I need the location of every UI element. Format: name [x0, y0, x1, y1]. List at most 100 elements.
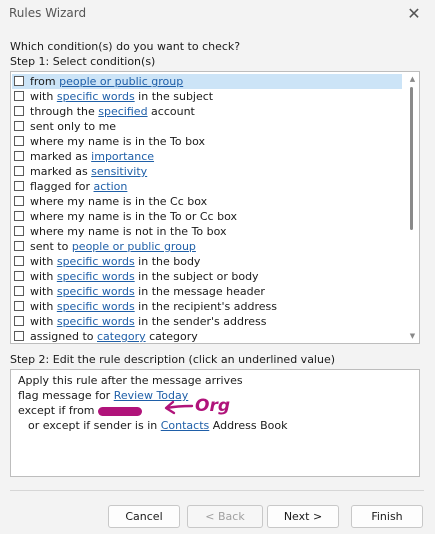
condition-text: marked as: [30, 165, 92, 178]
condition-label: with specific words in the message heade…: [30, 284, 265, 299]
condition-text: with: [30, 300, 57, 313]
condition-checkbox[interactable]: [14, 316, 24, 326]
condition-checkbox[interactable]: [14, 241, 24, 251]
condition-label: assigned to category category: [30, 329, 198, 343]
condition-checkbox[interactable]: [14, 211, 24, 221]
condition-value-link[interactable]: specific words: [57, 300, 135, 313]
condition-label: with specific words in the body: [30, 254, 200, 269]
condition-checkbox[interactable]: [14, 196, 24, 206]
condition-row[interactable]: with specific words in the message heade…: [12, 284, 402, 299]
condition-value-link[interactable]: specific words: [57, 285, 135, 298]
condition-row[interactable]: through the specified account: [12, 104, 402, 119]
condition-value-link[interactable]: people or public group: [72, 240, 196, 253]
condition-text: where my name is in the To box: [30, 135, 206, 148]
condition-text: through the: [30, 105, 99, 118]
contacts-link[interactable]: Contacts: [161, 419, 210, 432]
cancel-button[interactable]: Cancel: [108, 505, 180, 528]
condition-row[interactable]: where my name is in the Cc box: [12, 194, 402, 209]
condition-text: with: [30, 270, 57, 283]
condition-checkbox[interactable]: [14, 151, 24, 161]
condition-text: where my name is not in the To box: [30, 225, 227, 238]
condition-text: in the subject or body: [134, 270, 259, 283]
condition-value-link[interactable]: people or public group: [59, 75, 183, 88]
condition-label: where my name is in the To box: [30, 134, 205, 149]
description-line: except if from: [18, 403, 142, 418]
scroll-thumb[interactable]: [410, 87, 413, 230]
separator: [10, 490, 424, 491]
condition-row[interactable]: marked as sensitivity: [12, 164, 402, 179]
condition-checkbox[interactable]: [14, 226, 24, 236]
condition-checkbox[interactable]: [14, 166, 24, 176]
condition-label: marked as sensitivity: [30, 164, 147, 179]
scroll-up-icon[interactable]: ▲: [407, 73, 418, 85]
condition-checkbox[interactable]: [14, 91, 24, 101]
condition-checkbox[interactable]: [14, 271, 24, 281]
condition-label: where my name is in the To or Cc box: [30, 209, 237, 224]
condition-row[interactable]: with specific words in the body: [12, 254, 402, 269]
condition-row[interactable]: sent to people or public group: [12, 239, 402, 254]
condition-label: where my name is in the Cc box: [30, 194, 207, 209]
annotation-arrow-icon: [164, 400, 194, 415]
condition-label: with specific words in the subject: [30, 89, 213, 104]
condition-row[interactable]: assigned to category category: [12, 329, 402, 343]
condition-row[interactable]: where my name is in the To or Cc box: [12, 209, 402, 224]
condition-checkbox[interactable]: [14, 181, 24, 191]
condition-text: where my name is in the Cc box: [30, 195, 208, 208]
condition-value-link[interactable]: category: [97, 330, 146, 343]
condition-row[interactable]: from people or public group: [12, 74, 402, 89]
condition-row[interactable]: sent only to me: [12, 119, 402, 134]
condition-label: with specific words in the subject or bo…: [30, 269, 259, 284]
condition-row[interactable]: with specific words in the recipient's a…: [12, 299, 402, 314]
condition-row[interactable]: flagged for action: [12, 179, 402, 194]
condition-checkbox[interactable]: [14, 121, 24, 131]
description-text: or except if sender is in: [28, 419, 161, 432]
finish-button[interactable]: Finish: [351, 505, 423, 528]
condition-checkbox[interactable]: [14, 331, 24, 341]
condition-value-link[interactable]: sensitivity: [91, 165, 147, 178]
condition-label: where my name is not in the To box: [30, 224, 227, 239]
condition-value-link[interactable]: specific words: [57, 90, 135, 103]
description-text: Address Book: [209, 419, 288, 432]
condition-row[interactable]: with specific words in the subject: [12, 89, 402, 104]
conditions-scrollbar[interactable]: ▲ ▼: [407, 73, 418, 342]
conditions-list[interactable]: from people or public group with specific…: [10, 71, 420, 344]
description-line: Apply this rule after the message arrive…: [18, 374, 243, 387]
condition-text: with: [30, 315, 57, 328]
condition-label: through the specified account: [30, 104, 195, 119]
redacted-sender[interactable]: [97, 406, 142, 416]
condition-checkbox[interactable]: [14, 136, 24, 146]
condition-checkbox[interactable]: [14, 76, 24, 86]
window-title: Rules Wizard: [9, 6, 87, 20]
condition-checkbox[interactable]: [14, 256, 24, 266]
back-button[interactable]: < Back: [187, 505, 263, 528]
condition-row[interactable]: with specific words in the sender's addr…: [12, 314, 402, 329]
condition-value-link[interactable]: action: [94, 180, 128, 193]
description-text: flag message for: [18, 389, 114, 402]
condition-value-link[interactable]: specified: [98, 105, 147, 118]
condition-text: with: [30, 255, 57, 268]
condition-checkbox[interactable]: [14, 301, 24, 311]
condition-value-link[interactable]: specific words: [57, 255, 135, 268]
condition-value-link[interactable]: specific words: [57, 315, 135, 328]
annotation-text: Org: [195, 396, 230, 416]
condition-row[interactable]: marked as importance: [12, 149, 402, 164]
condition-text: flagged for: [30, 180, 94, 193]
condition-checkbox[interactable]: [14, 286, 24, 296]
condition-text: assigned to: [30, 330, 97, 343]
condition-text: in the subject: [134, 90, 214, 103]
condition-row[interactable]: where my name is in the To box: [12, 134, 402, 149]
condition-text: with: [30, 90, 57, 103]
condition-value-link[interactable]: importance: [91, 150, 154, 163]
step2-label: Step 2: Edit the rule description (click…: [10, 353, 336, 366]
condition-value-link[interactable]: specific words: [57, 270, 135, 283]
condition-label: marked as importance: [30, 149, 154, 164]
scroll-down-icon[interactable]: ▼: [407, 330, 418, 342]
condition-row[interactable]: where my name is not in the To box: [12, 224, 402, 239]
condition-row[interactable]: with specific words in the subject or bo…: [12, 269, 402, 284]
description-text: except if from: [18, 404, 95, 417]
condition-label: sent only to me: [30, 119, 116, 134]
next-button[interactable]: Next >: [267, 505, 339, 528]
condition-checkbox[interactable]: [14, 106, 24, 116]
condition-question: Which condition(s) do you want to check?: [10, 40, 241, 53]
close-icon[interactable]: ✕: [401, 3, 427, 25]
